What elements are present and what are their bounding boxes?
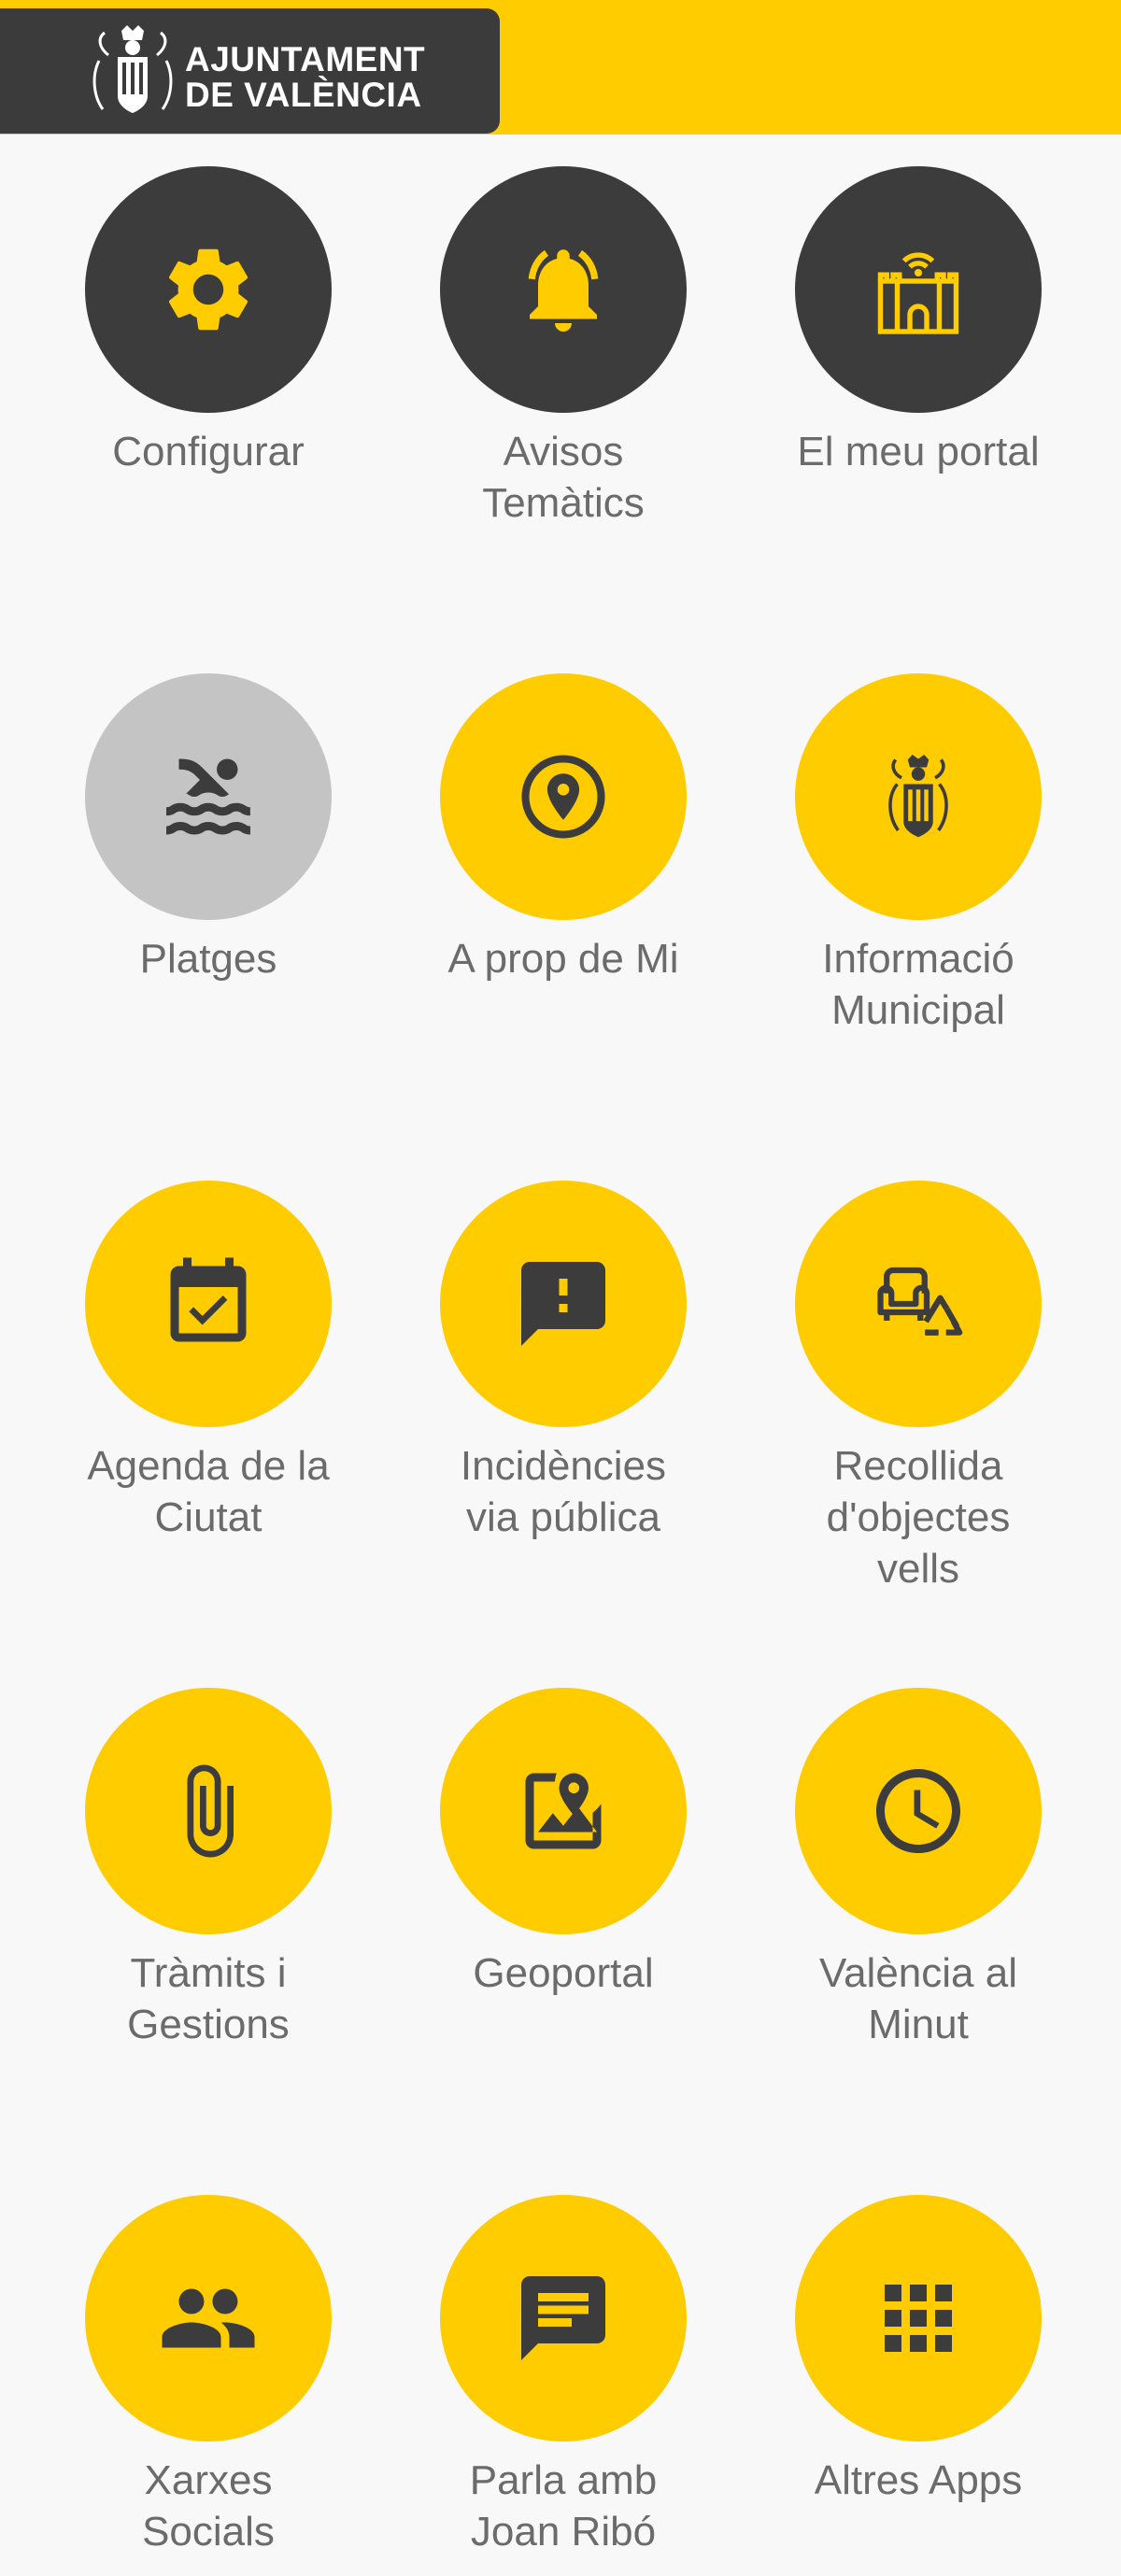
- platges-label: Platges: [139, 936, 277, 982]
- bell-icon: [528, 249, 599, 332]
- incidencies-via-publica-button[interactable]: [440, 1181, 687, 1427]
- portal-tower-wifi-icon: [877, 252, 959, 334]
- calendar-check-icon: [170, 1257, 247, 1342]
- armchair-recycle-icon: [877, 1267, 963, 1336]
- tile-agenda-de-la-ciutat[interactable]: Agenda de la Ciutat: [68, 1181, 348, 1543]
- people-icon: [162, 2288, 255, 2348]
- incidencies-via-publica-label: Incidències via pública: [460, 1443, 667, 1540]
- recollida-objectes-vells-button[interactable]: [795, 1181, 1042, 1427]
- agenda-de-la-ciutat-label: Agenda de la Ciutat: [87, 1443, 330, 1540]
- geoportal-label: Geoportal: [473, 1950, 654, 1996]
- altres-apps-button[interactable]: [795, 2195, 1042, 2442]
- tile-geoportal[interactable]: Geoportal: [423, 1688, 703, 1999]
- tile-configurar[interactable]: Configurar: [68, 166, 348, 477]
- tile-platges[interactable]: Platges: [68, 673, 348, 984]
- geoportal-button[interactable]: [440, 1688, 687, 1934]
- parla-amb-joan-ribo-label: Parla amb Joan Ribó: [469, 2457, 658, 2555]
- avisos-tematics-label: Avisos Temàtics: [482, 429, 645, 526]
- avisos-tematics-button[interactable]: [440, 166, 687, 413]
- agenda-de-la-ciutat-button[interactable]: [85, 1181, 332, 1427]
- parla-amb-joan-ribo-button[interactable]: [440, 2195, 687, 2442]
- tile-valencia-al-minut[interactable]: València al Minut: [778, 1688, 1058, 2050]
- platges-button[interactable]: [85, 673, 332, 920]
- tile-xarxes-socials[interactable]: Xarxes Socials: [68, 2195, 348, 2557]
- recollida-objectes-vells-label: Recollida d'objectes vells: [826, 1443, 1011, 1592]
- xarxes-socials-label: Xarxes Socials: [142, 2457, 275, 2555]
- tramits-i-gestions-label: Tràmits i Gestions: [127, 1950, 290, 2047]
- informacio-municipal-button[interactable]: [795, 673, 1042, 920]
- apps-grid-icon: [885, 2285, 952, 2352]
- report-bubble-icon: [521, 1262, 605, 1346]
- tile-el-meu-portal[interactable]: El meu portal: [778, 166, 1058, 477]
- tile-altres-apps[interactable]: Altres Apps: [778, 2195, 1058, 2506]
- informacio-municipal-label: Informació Municipal: [822, 936, 1015, 1033]
- el-meu-portal-label: El meu portal: [797, 429, 1040, 474]
- tramits-i-gestions-button[interactable]: [85, 1688, 332, 1934]
- altres-apps-label: Altres Apps: [814, 2457, 1023, 2503]
- a-prop-de-mi-button[interactable]: [440, 673, 687, 920]
- tile-recollida-objectes-vells[interactable]: Recollida d'objectes vells: [778, 1181, 1058, 1594]
- city-crest-icon: [888, 755, 948, 838]
- configurar-button[interactable]: [85, 166, 332, 413]
- gear-icon: [168, 248, 248, 331]
- a-prop-de-mi-label: A prop de Mi: [447, 936, 679, 982]
- chat-icon: [521, 2276, 605, 2360]
- menu-grid: Configurar Avisos Temàtics El meu portal…: [0, 0, 1121, 2576]
- tile-informacio-municipal[interactable]: Informació Municipal: [778, 673, 1058, 1036]
- configurar-label: Configurar: [112, 429, 305, 474]
- tile-a-prop-de-mi[interactable]: A prop de Mi: [423, 673, 703, 984]
- xarxes-socials-button[interactable]: [85, 2195, 332, 2442]
- paperclip-icon: [187, 1764, 234, 1858]
- tile-parla-amb-joan-ribo[interactable]: Parla amb Joan Ribó: [423, 2195, 703, 2557]
- map-pin-icon: [525, 1773, 602, 1849]
- location-pin-icon: [521, 755, 605, 839]
- el-meu-portal-button[interactable]: [795, 166, 1042, 413]
- tile-incidencies-via-publica[interactable]: Incidències via pública: [423, 1181, 703, 1543]
- valencia-al-minut-button[interactable]: [795, 1688, 1042, 1934]
- tile-tramits-i-gestions[interactable]: Tràmits i Gestions: [68, 1688, 348, 2050]
- clock-icon: [876, 1769, 960, 1853]
- tile-avisos-tematics[interactable]: Avisos Temàtics: [423, 166, 703, 529]
- valencia-al-minut-label: València al Minut: [819, 1950, 1017, 2047]
- swimmer-icon: [166, 758, 250, 835]
